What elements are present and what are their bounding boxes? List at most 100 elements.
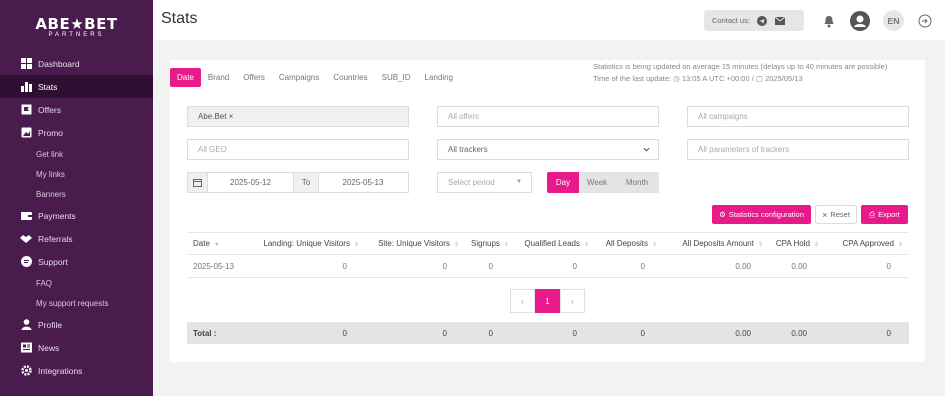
tab-bar: Date Brand Offers Campaigns Countries SUB_ID L… — [170, 68, 460, 87]
header: Stats Contact us: EN — [153, 0, 945, 40]
sidebar-item-integrations[interactable]: Integrations — [0, 359, 153, 382]
period-day-button[interactable]: Day — [547, 172, 579, 193]
sidebar-item-faq[interactable]: FAQ — [0, 273, 153, 293]
next-page-button[interactable]: › — [560, 289, 585, 313]
total-label: Total : — [193, 328, 217, 338]
column-header[interactable]: Site: Unique Visitors ⇕ — [365, 239, 465, 248]
column-header-label: All Deposits — [605, 239, 648, 248]
sidebar-item-promo[interactable]: Promo — [0, 121, 153, 144]
sidebar-item-my-support-requests[interactable]: My support requests — [0, 293, 153, 313]
sidebar-item-dashboard[interactable]: Dashboard — [0, 52, 153, 75]
sidebar-item-label: Promo — [38, 127, 64, 138]
column-header-label: Site: Unique Visitors — [378, 239, 450, 248]
sidebar-item-get-link[interactable]: Get link — [0, 144, 153, 164]
table-cell: 0 — [342, 261, 347, 271]
column-header-label: CPA Hold — [775, 239, 810, 248]
total-cell: 0 — [572, 328, 577, 338]
image-icon — [20, 127, 32, 139]
reset-label: Reset — [830, 210, 850, 219]
tab-date[interactable]: Date — [170, 68, 201, 87]
date-from[interactable]: 2025-05-12 — [208, 178, 293, 187]
tracker-params-filter[interactable]: All parameters of trackers — [687, 139, 909, 160]
column-header[interactable]: CPA Hold ⇕ — [769, 239, 825, 248]
sidebar-item-news[interactable]: News — [0, 336, 153, 359]
prev-page-button[interactable]: ‹ — [510, 289, 535, 313]
date-range[interactable]: 2025-05-12 To 2025-05-13 — [187, 172, 409, 193]
update-note: Statistics is being updated on average 1… — [593, 62, 888, 71]
total-cell: 0 — [342, 328, 347, 338]
sidebar-item-banners[interactable]: Banners — [0, 184, 153, 204]
export-button[interactable]: ⎙ Export — [861, 205, 908, 224]
chat-icon — [20, 256, 32, 268]
sidebar-item-my-links[interactable]: My links — [0, 164, 153, 184]
sort-icon[interactable]: ⇕ — [652, 242, 657, 248]
total-cell: 0 — [442, 328, 447, 338]
offers-filter[interactable]: All offers — [437, 106, 659, 127]
brand-filter[interactable]: Abe.Bet × — [187, 106, 409, 127]
sidebar-item-stats[interactable]: Stats — [0, 75, 153, 98]
sort-icon[interactable]: ⇕ — [814, 242, 819, 248]
sort-desc-icon[interactable]: ▼ — [214, 242, 220, 248]
avatar[interactable] — [850, 11, 870, 31]
logo[interactable]: ABE★BET PARTNERS — [0, 0, 153, 50]
sidebar-item-referrals[interactable]: Referrals — [0, 227, 153, 250]
sort-icon[interactable]: ⇕ — [504, 242, 509, 248]
brand-tag[interactable]: Abe.Bet × — [198, 112, 233, 121]
reset-button[interactable]: × Reset — [815, 205, 857, 224]
telegram-icon[interactable] — [756, 15, 768, 27]
geo-placeholder: All GEO — [198, 145, 227, 154]
sort-icon[interactable]: ⇕ — [354, 242, 359, 248]
page-1-button[interactable]: 1 — [535, 289, 560, 313]
tab-offers[interactable]: Offers — [236, 68, 272, 87]
tab-campaigns[interactable]: Campaigns — [272, 68, 326, 87]
sidebar-item-support[interactable]: Support — [0, 250, 153, 273]
sort-icon[interactable]: ⇕ — [898, 242, 903, 248]
column-header[interactable]: Landing: Unique Visitors ⇕ — [247, 239, 365, 248]
sort-icon[interactable]: ⇕ — [584, 242, 589, 248]
sidebar-item-label: Banners — [36, 189, 66, 199]
period-month-button[interactable]: Month — [615, 172, 659, 193]
column-header[interactable]: All Deposits ⇕ — [595, 239, 663, 248]
sidebar-item-payments[interactable]: Payments — [0, 204, 153, 227]
trackers-select[interactable]: All trackers — [437, 139, 659, 160]
column-header[interactable]: Qualified Leads ⇕ — [511, 239, 595, 248]
column-header-label: Qualified Leads — [524, 239, 580, 248]
column-header[interactable]: All Deposits Amount ⇕ — [663, 239, 769, 248]
news-icon — [20, 342, 32, 354]
sidebar-item-label: My support requests — [36, 298, 109, 308]
sidebar-item-label: Payments — [38, 210, 76, 221]
column-header-label: CPA Approved — [842, 239, 894, 248]
bar-chart-icon — [20, 81, 32, 93]
pagination: ‹ 1 › — [510, 289, 585, 313]
bell-icon[interactable] — [819, 11, 839, 31]
mail-icon[interactable] — [774, 15, 786, 27]
logout-icon[interactable] — [915, 11, 935, 31]
sort-icon[interactable]: ⇕ — [758, 242, 763, 248]
sort-icon[interactable]: ⇕ — [454, 242, 459, 248]
period-placeholder: Select period — [448, 178, 495, 187]
column-header[interactable]: Signups ⇕ — [465, 239, 511, 248]
tracker-params-placeholder: All parameters of trackers — [698, 145, 790, 154]
last-update-label: Time of the last update: — [593, 74, 672, 83]
campaigns-filter[interactable]: All campaigns — [687, 106, 909, 127]
date-to[interactable]: 2025-05-13 — [319, 178, 407, 187]
tab-countries[interactable]: Countries — [326, 68, 374, 87]
caret-down-icon: ▼ — [516, 179, 522, 185]
tab-sub-id[interactable]: SUB_ID — [375, 68, 418, 87]
sidebar-item-profile[interactable]: Profile — [0, 313, 153, 336]
period-week-button[interactable]: Week — [579, 172, 615, 193]
tab-landing[interactable]: Landing — [418, 68, 460, 87]
column-header[interactable]: Date ▼ — [187, 239, 247, 248]
sidebar-item-offers[interactable]: Offers — [0, 98, 153, 121]
sidebar-item-label: Integrations — [38, 365, 83, 376]
sidebar-item-label: My links — [36, 169, 65, 179]
geo-filter[interactable]: All GEO — [187, 139, 409, 160]
statistics-configuration-button[interactable]: ⚙ Statistics configuration — [712, 205, 811, 224]
table-cell: 2025-05-13 — [193, 261, 234, 271]
period-select[interactable]: Select period ▼ — [437, 172, 532, 193]
tab-brand[interactable]: Brand — [201, 68, 236, 87]
calendar-icon[interactable] — [188, 173, 208, 192]
language-switcher[interactable]: EN — [883, 10, 904, 31]
column-header[interactable]: CPA Approved ⇕ — [825, 239, 909, 248]
sidebar-item-label: Get link — [36, 149, 64, 159]
